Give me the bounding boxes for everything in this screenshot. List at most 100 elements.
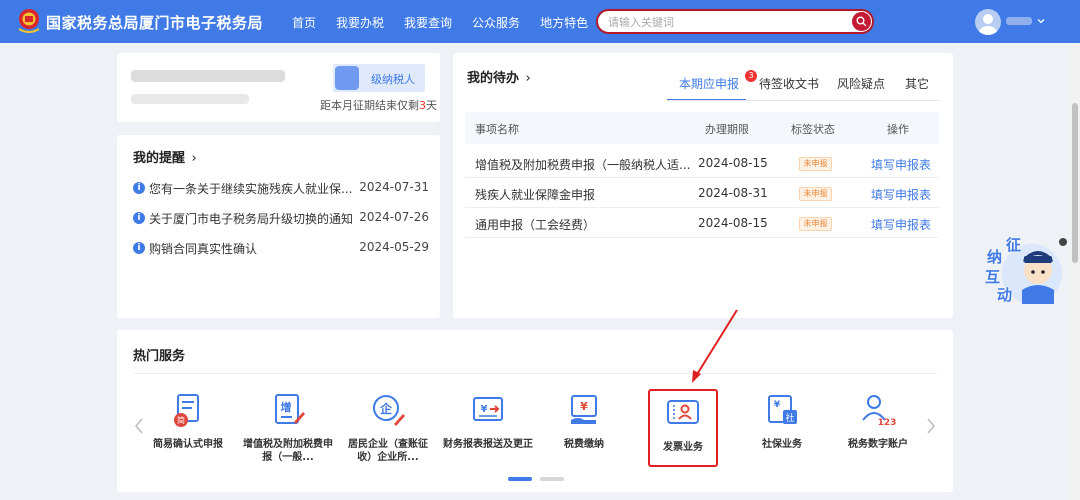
reminder-item[interactable]: i 关于厦门市电子税务局升级切换的通知 2024-07-26 [133, 210, 429, 226]
table-row: 增值税及附加税费申报（一般纳税人适... 2024-08-15 未申报 填写申报… [465, 148, 939, 178]
digital-account-icon: 123 [862, 395, 896, 428]
svg-text:123: 123 [878, 418, 896, 428]
tab-risk-doubts[interactable]: 风险疑点 [837, 75, 885, 92]
scrollbar-thumb[interactable] [1072, 103, 1078, 263]
svg-text:企: 企 [379, 401, 393, 416]
info-icon: i [133, 212, 145, 224]
taxpayer-type-badge: 级纳税人 [333, 64, 425, 92]
info-icon: i [133, 182, 145, 194]
status-badge: 未申报 [799, 157, 832, 171]
column-header: 操作 [887, 123, 909, 136]
tax-interaction-mascot[interactable]: 征 纳 互 动 [978, 234, 1070, 314]
reminder-item[interactable]: i 您有一条关于继续实施残疾人就业保... 2024-07-31 [133, 180, 429, 196]
tax-payment-icon: ¥ [571, 395, 597, 424]
tax-id-redacted [131, 94, 249, 104]
carousel-indicators [508, 477, 568, 481]
invoice-icon [667, 400, 699, 424]
todo-title-link[interactable]: 我的待办 › [467, 67, 531, 86]
fill-declaration-link[interactable]: 填写申报表 [871, 156, 931, 173]
info-icon: i [133, 242, 145, 254]
nav-home[interactable]: 首页 [292, 14, 316, 31]
financial-report-icon: ¥ [473, 397, 503, 421]
mascot-char: 征 [1006, 236, 1022, 254]
svg-text:增: 增 [281, 400, 292, 414]
svg-text:简: 简 [177, 415, 185, 425]
page-scrollbar[interactable] [1070, 43, 1080, 500]
mascot-char: 纳 [987, 248, 1003, 266]
main-nav: 首页 我要办税 我要查询 公众服务 地方特色 [292, 14, 608, 31]
tab-current-declaration[interactable]: 本期应申报 3 [679, 70, 757, 92]
svg-text:¥: ¥ [580, 400, 588, 413]
service-enterprise-income-tax[interactable]: 企 居民企业（查账征收）企业所... [343, 392, 433, 472]
user-icon [979, 14, 997, 35]
chevron-down-icon[interactable] [1036, 16, 1046, 26]
carousel-dot[interactable] [540, 477, 564, 481]
nav-local-feature[interactable]: 地方特色 [540, 14, 588, 31]
fill-declaration-link[interactable]: 填写申报表 [871, 216, 931, 233]
social-security-icon: ¥ 社 [768, 395, 797, 424]
service-simple-declaration[interactable]: 简 简易确认式申报 [143, 392, 233, 472]
status-badge: 未申报 [799, 217, 832, 231]
table-row: 残疾人就业保障金申报 2024-08-31 未申报 填写申报表 [465, 178, 939, 208]
top-header: 国家税务总局厦门市电子税务局 首页 我要办税 我要查询 公众服务 地方特色 [0, 0, 1080, 43]
deadline-days: 3 [419, 99, 426, 112]
mascot-char: 动 [997, 286, 1013, 304]
chevron-right-icon: › [191, 151, 197, 166]
status-badge: 未申报 [799, 187, 832, 201]
item-name: 增值税及附加税费申报（一般纳税人适... [475, 158, 691, 172]
document-seal-icon: 简 [174, 394, 199, 427]
tab-other[interactable]: 其它 [905, 75, 929, 92]
search-button[interactable] [852, 12, 871, 31]
service-invoice[interactable]: 发票业务 [648, 389, 718, 467]
carousel-dot-active[interactable] [508, 477, 532, 481]
item-deadline: 2024-08-31 [698, 186, 768, 200]
enterprise-tax-icon: 企 [373, 395, 405, 426]
vat-form-icon: 增 [275, 394, 305, 424]
service-financial-report[interactable]: ¥ 财务报表报送及更正 [443, 392, 533, 472]
divider [133, 373, 937, 374]
item-deadline: 2024-08-15 [698, 216, 768, 230]
taxpayer-type-label: 级纳税人 [371, 73, 415, 86]
column-header: 办理期限 [705, 123, 749, 136]
service-social-security[interactable]: ¥ 社 社保业务 [737, 392, 827, 472]
username-redacted[interactable] [1006, 17, 1032, 25]
taxpayer-level-icon [335, 66, 359, 90]
tab-pending-documents[interactable]: 待签收文书 [759, 75, 819, 92]
chevron-right-icon: › [525, 71, 531, 86]
svg-text:社: 社 [785, 412, 794, 424]
hot-services-card: 热门服务 简 简易确认式申报 增 增值税及附加税费申报（一般... 企 居民企业… [117, 330, 953, 492]
item-deadline: 2024-08-15 [698, 156, 768, 170]
search-box [596, 9, 874, 34]
taxpayer-profile-card: 级纳税人 距本月征期结束仅剩3天 [117, 53, 440, 122]
reminder-title-link[interactable]: 我的提醒 › [133, 147, 197, 166]
hot-services-title: 热门服务 [133, 349, 186, 364]
search-icon [856, 16, 867, 27]
reminder-card: 我的提醒 › i 您有一条关于继续实施残疾人就业保... 2024-07-31 … [117, 135, 440, 318]
service-tax-payment[interactable]: ¥ 税费缴纳 [539, 392, 629, 472]
column-header: 事项名称 [475, 123, 519, 136]
nav-public-service[interactable]: 公众服务 [472, 14, 520, 31]
search-input[interactable] [608, 14, 838, 30]
column-header: 标签状态 [791, 123, 835, 136]
nav-tax-handling[interactable]: 我要办税 [336, 14, 384, 31]
item-name: 通用申报（工会经费） [475, 218, 596, 232]
carousel-next-icon[interactable] [925, 416, 937, 436]
company-name-redacted [131, 70, 285, 82]
tax-emblem-icon[interactable] [16, 7, 42, 35]
user-avatar[interactable] [975, 9, 1001, 35]
service-digital-account[interactable]: 123 税务数字账户 [833, 392, 923, 472]
fill-declaration-link[interactable]: 填写申报表 [871, 186, 931, 203]
tab-divider [667, 100, 939, 101]
table-row: 通用申报（工会经费） 2024-08-15 未申报 填写申报表 [465, 208, 939, 238]
deadline-notice: 距本月征期结束仅剩3天 [320, 99, 437, 112]
item-name: 残疾人就业保障金申报 [475, 188, 596, 202]
table-header: 事项名称 办理期限 标签状态 操作 [465, 112, 939, 144]
todo-card: 我的待办 › 本期应申报 3 待签收文书 风险疑点 其它 事项名称 办理期限 标… [453, 53, 953, 318]
site-title[interactable]: 国家税务总局厦门市电子税务局 [46, 12, 263, 33]
count-badge: 3 [745, 70, 757, 82]
svg-text:¥: ¥ [481, 404, 488, 415]
service-vat-declaration[interactable]: 增 增值税及附加税费申报（一般... [243, 392, 333, 472]
svg-text:¥: ¥ [774, 400, 781, 410]
nav-query[interactable]: 我要查询 [404, 14, 452, 31]
reminder-item[interactable]: i 购销合同真实性确认 2024-05-29 [133, 240, 429, 256]
